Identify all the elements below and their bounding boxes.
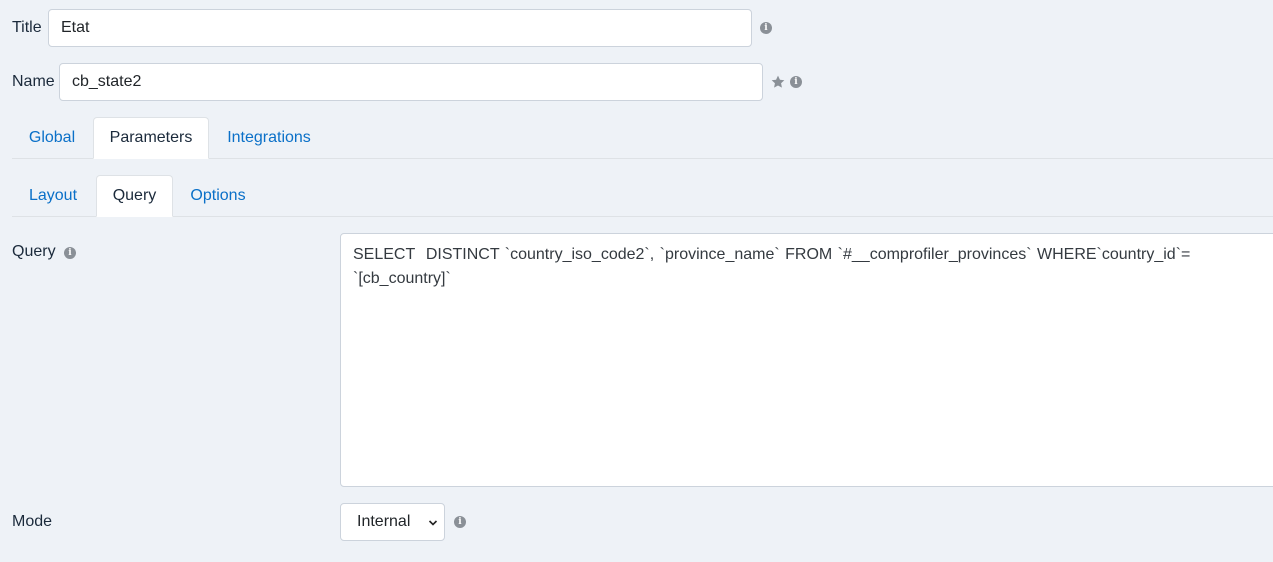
- query-textarea[interactable]: SELECT DISTINCT `country_iso_code2`, `pr…: [340, 233, 1273, 487]
- chevron-down-icon: [428, 520, 438, 526]
- tab-parameters[interactable]: Parameters: [93, 117, 209, 159]
- tab-global[interactable]: Global: [12, 117, 92, 159]
- sub-tabs: Layout Query Options: [12, 175, 1273, 217]
- name-label: Name: [12, 73, 55, 90]
- field-edit-page: Title Etat i Name cb_state2 i Global Par…: [0, 0, 1273, 562]
- mode-selected-value: Internal: [357, 513, 411, 530]
- mode-label: Mode: [12, 513, 53, 530]
- mode-select[interactable]: Internal: [340, 503, 445, 541]
- main-tabs: Global Parameters Integrations: [12, 117, 1273, 159]
- title-info-icon[interactable]: i: [760, 22, 772, 34]
- title-input[interactable]: Etat: [48, 9, 752, 47]
- tab-layout[interactable]: Layout: [12, 175, 94, 217]
- tab-integrations[interactable]: Integrations: [210, 117, 328, 159]
- query-info-icon[interactable]: i: [64, 247, 76, 259]
- query-label: Query: [12, 243, 56, 260]
- mode-info-icon[interactable]: i: [454, 516, 466, 528]
- name-input[interactable]: cb_state2: [59, 63, 763, 101]
- name-info-icon[interactable]: i: [790, 76, 802, 88]
- tab-query[interactable]: Query: [96, 175, 173, 217]
- star-icon[interactable]: [770, 74, 786, 90]
- tab-options[interactable]: Options: [174, 175, 262, 217]
- title-label: Title: [12, 19, 42, 36]
